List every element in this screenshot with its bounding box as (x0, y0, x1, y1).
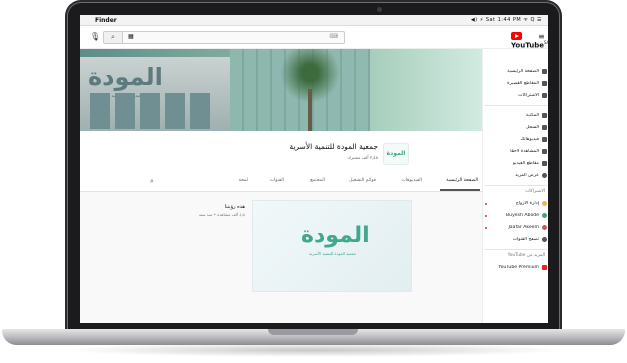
thumbnail-logo: المودة (301, 223, 371, 248)
browse-channels-icon (542, 237, 547, 242)
sidebar-divider (485, 105, 547, 106)
banner-sign: المودة (88, 63, 165, 91)
featured-video-thumbnail[interactable]: المودة جمعية المودة للتنمية الأسرية (252, 200, 412, 292)
channel-avatar-icon (542, 213, 547, 218)
sidebar-item-library[interactable]: المكتبة (485, 111, 547, 120)
featured-video-meta: ٤٫٨ ألف مشاهدة • منذ سنة (198, 212, 245, 217)
tab-playlists[interactable]: قوائم التشغيل (349, 178, 376, 183)
your-videos-icon (542, 137, 547, 142)
app-menu-finder[interactable]: Finder (95, 17, 117, 24)
channel-search-icon[interactable]: ⌕ (150, 177, 154, 186)
sidebar-item-subscriptions[interactable]: الاشتراكات (485, 91, 547, 100)
tab-home[interactable]: الصفحة الرئيسية (446, 178, 478, 183)
channel-header: المودة جمعية المودة للتنمية الأسرية ٣٫٤٨… (80, 131, 482, 191)
banner-building: المودة جمعية المودة للتنمية الأسرية (80, 57, 230, 131)
mac-menu-bar: Finder ◀) ⚡ Sat 1:44 PM ᯤ Q ☰ (80, 15, 548, 26)
channel-tabs: الصفحة الرئيسية الفيديوهات قوائم التشغيل… (140, 175, 480, 191)
youtube-top-bar: 🎙 ⌕ ▦ ⌨ YouTubeSA ≡ (80, 26, 548, 49)
channel-banner: المودة جمعية المودة للتنمية الأسرية (80, 49, 482, 131)
sidebar-item-liked[interactable]: مقاطع الفيديو (485, 159, 547, 168)
keyboard-icon[interactable]: ⌨ (329, 33, 338, 40)
more-from-youtube-heading: المزيد من YouTube (507, 253, 545, 258)
screen: Finder ◀) ⚡ Sat 1:44 PM ᯤ Q ☰ 🎙 ⌕ ▦ ⌨ Yo… (80, 15, 548, 323)
channel-avatar[interactable]: المودة (383, 143, 409, 165)
shorts-icon (542, 81, 547, 86)
menu-bar-status: ◀) ⚡ Sat 1:44 PM ᯤ Q ☰ (470, 16, 542, 23)
sidebar-item-home[interactable]: الصفحة الرئيسية (485, 67, 547, 76)
laptop-notch (268, 329, 358, 335)
channel-subscribers: ٣٫٤٨ ألف مشترك (347, 155, 378, 160)
channel-name: جمعية المودة للتنمية الأسرية (289, 142, 378, 151)
tab-community[interactable]: المجتمع (310, 178, 325, 183)
sidebar-item-premium[interactable]: YouTube Premium (485, 263, 547, 272)
new-content-dot (485, 226, 487, 229)
sidebar-divider (485, 249, 547, 250)
sidebar-item-shorts[interactable]: المقاطع القصيرة (485, 79, 547, 88)
home-icon (542, 69, 547, 74)
tab-videos[interactable]: الفيديوهات (401, 178, 422, 183)
search-icon[interactable]: ⌕ (104, 32, 123, 43)
sidebar-browse-channels[interactable]: تصفح القنوات (485, 235, 547, 244)
thumbnail-subtitle: جمعية المودة للتنمية الأسرية (309, 251, 357, 256)
expand-icon (542, 173, 547, 178)
laptop-shadow (60, 343, 567, 357)
channel-avatar-icon (542, 225, 547, 230)
sidebar-divider (485, 185, 547, 186)
new-content-dot (485, 202, 487, 205)
new-content-dot (485, 214, 487, 217)
microphone-icon[interactable]: 🎙 (90, 32, 100, 41)
search-input[interactable]: ▦ (128, 33, 134, 40)
watch-later-icon (542, 149, 547, 154)
subscriptions-heading: الاشتراكات (525, 189, 545, 194)
featured-section: المودة جمعية المودة للتنمية الأسرية هذه … (80, 192, 482, 323)
subscriptions-icon (542, 93, 547, 98)
palm-trunk (308, 89, 312, 131)
sidebar-item-your-videos[interactable]: فيديوهاتك (485, 135, 547, 144)
hamburger-menu-icon[interactable]: ≡ (538, 32, 545, 41)
camera-icon (377, 7, 382, 12)
featured-video-title[interactable]: هذه رؤيتنا (165, 204, 245, 210)
sidebar-item-watch-later[interactable]: المشاهدة لاحقًا (485, 147, 547, 156)
liked-icon (542, 161, 547, 166)
sidebar-item-show-more[interactable]: عرض المزيد (485, 171, 547, 180)
sidebar-item-history[interactable]: السجل (485, 123, 547, 132)
tab-channels[interactable]: القنوات (270, 178, 284, 183)
sidebar-subscription[interactable]: Jaafar Akeem (485, 223, 547, 232)
sidebar-subscription[interactable]: إدارة الأزواج (485, 199, 547, 208)
search-box[interactable]: ⌕ ▦ ⌨ (103, 31, 345, 44)
premium-icon (542, 265, 547, 270)
sidebar: الصفحة الرئيسية المقاطع القصيرة الاشتراك… (482, 49, 548, 323)
youtube-play-icon (511, 32, 522, 40)
sidebar-subscription[interactable]: Buyesh Abode (485, 211, 547, 220)
channel-avatar-icon (542, 201, 547, 206)
library-icon (542, 113, 547, 118)
banner-right (370, 49, 482, 131)
history-icon (542, 125, 547, 130)
tab-about[interactable]: لمحة (239, 178, 248, 183)
